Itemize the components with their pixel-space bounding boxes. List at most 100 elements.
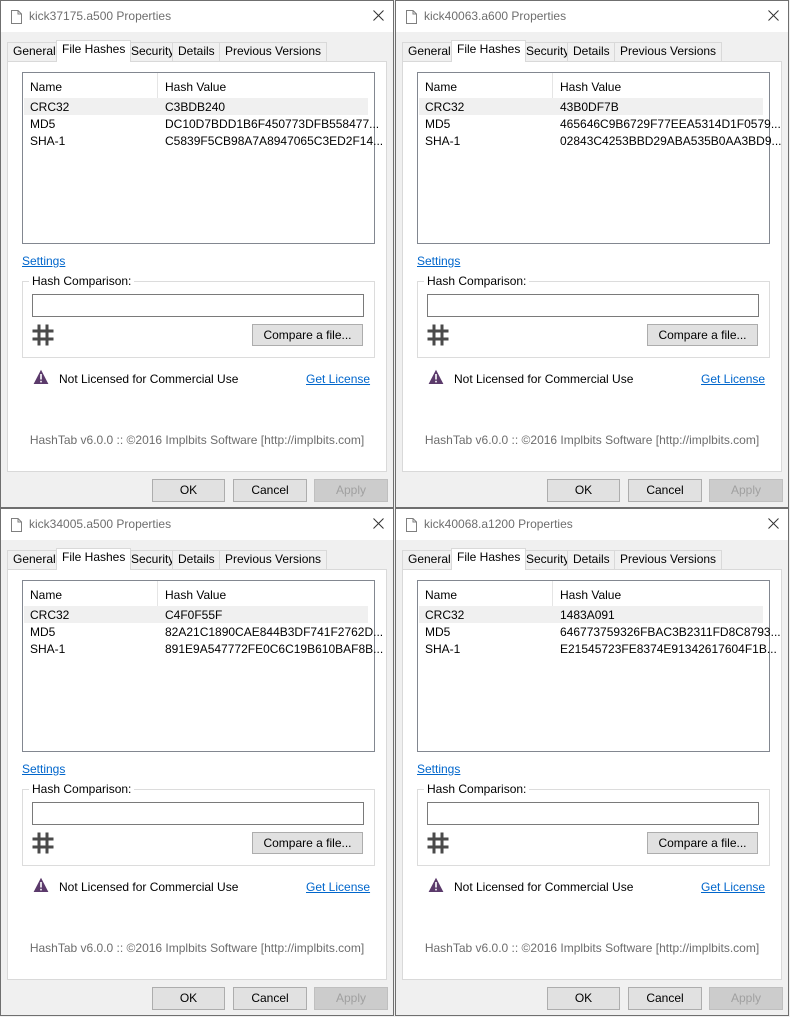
apply-button[interactable]: Apply (314, 479, 388, 502)
hash-icon (427, 832, 449, 854)
hash-name: CRC32 (30, 608, 70, 622)
warning-icon (33, 369, 49, 384)
hash-comparison-input[interactable] (32, 294, 364, 317)
ok-button[interactable]: OK (547, 987, 620, 1010)
close-button[interactable] (363, 509, 393, 539)
list-item[interactable]: MD5 82A21C1890CAE844B3DF741F2762D... (24, 623, 383, 640)
hash-comparison-input[interactable] (32, 802, 364, 825)
column-hash-header[interactable]: Hash Value (165, 80, 226, 94)
list-item[interactable]: SHA-1 02843C4253BBD29ABA535B0AA3BD9... (419, 132, 782, 149)
hash-value: 82A21C1890CAE844B3DF741F2762D... (165, 625, 384, 639)
list-item[interactable]: CRC32 1483A091 (419, 606, 763, 623)
list-header: Name Hash Value (418, 581, 769, 606)
title-bar[interactable]: kick34005.a500 Properties (1, 509, 393, 540)
tab-file-hashes[interactable]: File Hashes (451, 548, 527, 570)
ok-button[interactable]: OK (152, 479, 225, 502)
list-header: Name Hash Value (418, 73, 769, 98)
ok-button[interactable]: OK (547, 479, 620, 502)
hash-name: SHA-1 (30, 134, 66, 148)
get-license-link[interactable]: Get License (701, 372, 765, 386)
license-warning-text: Not Licensed for Commercial Use (454, 880, 634, 894)
hash-value: 43B0DF7B (560, 100, 619, 114)
apply-button[interactable]: Apply (314, 987, 388, 1010)
list-item[interactable]: CRC32 C4F0F55F (24, 606, 368, 623)
hash-icon (32, 324, 54, 346)
column-separator[interactable] (157, 581, 158, 606)
hash-comparison-group: Hash Comparison: Compare a file... (417, 782, 770, 866)
list-item[interactable]: MD5 465646C9B6729F77EEA5314D1F0579... (419, 115, 781, 132)
tab-details[interactable]: Details (567, 550, 616, 569)
title-bar[interactable]: kick37175.a500 Properties (1, 1, 393, 32)
column-separator[interactable] (552, 73, 553, 98)
tab-file-hashes[interactable]: File Hashes (451, 40, 527, 62)
column-separator[interactable] (552, 581, 553, 606)
hash-name: SHA-1 (425, 134, 461, 148)
close-button[interactable] (758, 509, 788, 539)
list-item[interactable]: SHA-1 E21545723FE8374E91342617604F1B... (419, 640, 777, 657)
warning-icon (428, 369, 444, 384)
hash-comparison-input[interactable] (427, 294, 759, 317)
tab-details[interactable]: Details (172, 42, 221, 61)
file-icon (406, 10, 417, 24)
apply-button[interactable]: Apply (709, 479, 783, 502)
list-item[interactable]: MD5 646773759326FBAC3B2311FD8C8793... (419, 623, 781, 640)
settings-link[interactable]: Settings (22, 254, 65, 268)
tab-details[interactable]: Details (567, 42, 616, 61)
column-name-header[interactable]: Name (30, 80, 62, 94)
settings-link[interactable]: Settings (417, 762, 460, 776)
hash-name: CRC32 (30, 100, 70, 114)
settings-link[interactable]: Settings (417, 254, 460, 268)
tab-details[interactable]: Details (172, 550, 221, 569)
apply-button[interactable]: Apply (709, 987, 783, 1010)
hash-list[interactable]: Name Hash Value CRC32 43B0DF7B MD5 46564… (417, 72, 782, 244)
get-license-link[interactable]: Get License (306, 880, 370, 894)
list-item[interactable]: MD5 DC10D7BDD1B6F450773DFB558477... (24, 115, 379, 132)
hash-comparison-input[interactable] (427, 802, 759, 825)
list-item[interactable]: CRC32 C3BDB240 (24, 98, 368, 115)
column-hash-header[interactable]: Hash Value (560, 80, 621, 94)
hash-list[interactable]: Name Hash Value CRC32 1483A091 MD5 64677… (417, 580, 781, 752)
tab-general[interactable]: General (7, 42, 62, 61)
hash-value: C5839F5CB98A7A8947065C3ED2F14... (165, 134, 384, 148)
warning-icon (33, 877, 49, 892)
tab-general[interactable]: General (7, 550, 62, 569)
cancel-button[interactable]: Cancel (233, 987, 307, 1010)
title-bar[interactable]: kick40063.a600 Properties (396, 1, 788, 32)
tab-file-hashes[interactable]: File Hashes (56, 40, 132, 62)
tab-general[interactable]: General (402, 550, 457, 569)
tab-previous-versions[interactable]: Previous Versions (219, 550, 328, 569)
tab-previous-versions[interactable]: Previous Versions (614, 550, 723, 569)
cancel-button[interactable]: Cancel (628, 987, 702, 1010)
tab-file-hashes[interactable]: File Hashes (56, 548, 132, 570)
get-license-link[interactable]: Get License (701, 880, 765, 894)
get-license-link[interactable]: Get License (306, 372, 370, 386)
hash-comparison-label: Hash Comparison: (29, 782, 135, 796)
column-separator[interactable] (157, 73, 158, 98)
settings-link[interactable]: Settings (22, 762, 65, 776)
close-button[interactable] (363, 1, 393, 31)
column-name-header[interactable]: Name (425, 588, 457, 602)
compare-file-button[interactable]: Compare a file... (647, 324, 758, 346)
tab-previous-versions[interactable]: Previous Versions (219, 42, 328, 61)
list-item[interactable]: SHA-1 C5839F5CB98A7A8947065C3ED2F14... (24, 132, 383, 149)
column-name-header[interactable]: Name (30, 588, 62, 602)
column-hash-header[interactable]: Hash Value (165, 588, 226, 602)
ok-button[interactable]: OK (152, 987, 225, 1010)
tab-previous-versions[interactable]: Previous Versions (614, 42, 723, 61)
list-item[interactable]: SHA-1 891E9A547772FE0C6C19B610BAF8B... (24, 640, 383, 657)
compare-file-button[interactable]: Compare a file... (252, 832, 363, 854)
cancel-button[interactable]: Cancel (233, 479, 307, 502)
hash-list[interactable]: Name Hash Value CRC32 C3BDB240 MD5 DC10D… (22, 72, 383, 244)
compare-file-button[interactable]: Compare a file... (252, 324, 363, 346)
tab-general[interactable]: General (402, 42, 457, 61)
hash-list[interactable]: Name Hash Value CRC32 C4F0F55F MD5 82A21… (22, 580, 383, 752)
list-item[interactable]: CRC32 43B0DF7B (419, 98, 763, 115)
column-name-header[interactable]: Name (425, 80, 457, 94)
compare-file-button[interactable]: Compare a file... (647, 832, 758, 854)
hash-name: SHA-1 (30, 642, 66, 656)
close-button[interactable] (758, 1, 788, 31)
column-hash-header[interactable]: Hash Value (560, 588, 621, 602)
properties-window: kick40063.a600 Properties General File H… (395, 0, 789, 508)
title-bar[interactable]: kick40068.a1200 Properties (396, 509, 788, 540)
cancel-button[interactable]: Cancel (628, 479, 702, 502)
